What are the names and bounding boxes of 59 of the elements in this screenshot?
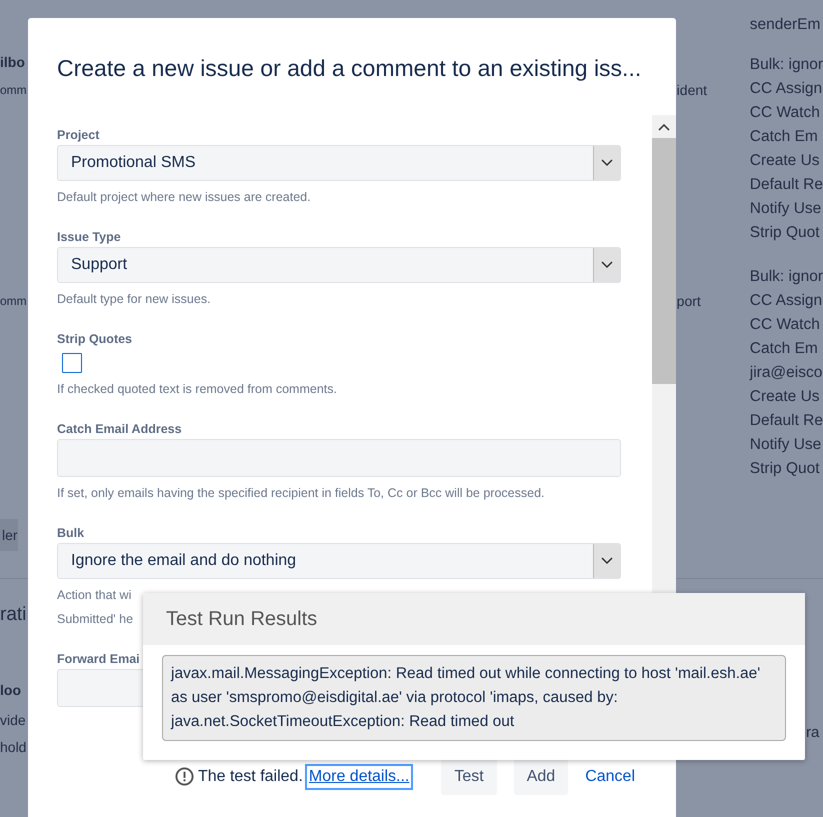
field-label: Strip Quotes	[57, 331, 132, 347]
help-text: If checked quoted text is removed from comments.	[57, 381, 337, 398]
background-text: ident	[676, 81, 708, 100]
add-button[interactable]: Add	[514, 758, 568, 795]
background-text: jira@eisco	[750, 363, 823, 383]
select-field[interactable]: Ignore the email and do nothing	[57, 543, 621, 579]
background-text: Catch Em	[750, 339, 819, 359]
background-text: Strip Quot	[750, 459, 821, 479]
background-text: ra	[806, 723, 820, 743]
help-text: If set, only emails having the specified recipient in fields To, Cc or Bcc will be processed.	[57, 485, 544, 502]
popup-title: Test Run Results	[143, 593, 805, 645]
background-text: Default Re	[750, 175, 823, 195]
background-text: senderEm	[750, 15, 820, 35]
background-text: Create Us	[750, 387, 821, 407]
select-field[interactable]: Promotional SMS	[57, 145, 621, 181]
background-text: CC Assign	[750, 291, 823, 311]
chevron-down-icon	[593, 146, 620, 180]
field-label: Bulk	[57, 525, 84, 541]
background-text: hold	[0, 738, 26, 757]
background-text: Notify Use	[750, 435, 822, 455]
help-text: Default project where new issues are created.	[57, 189, 311, 206]
background-text: Strip Quot	[750, 223, 821, 243]
field-label: Forward Emai	[57, 651, 140, 667]
help-text: Default type for new issues.	[57, 291, 211, 308]
help-text: Submitted' he	[57, 611, 134, 628]
background-text: vide	[0, 711, 26, 730]
background-text: CC Assign	[750, 79, 823, 99]
background-text: omm	[0, 293, 27, 310]
background-text: port	[676, 292, 701, 311]
background-text: ilbo	[0, 53, 25, 72]
background-text: Create Us	[750, 151, 821, 171]
dialog-title: Create a new issue or add a comment to an existing iss...	[57, 54, 642, 83]
input-field[interactable]	[57, 439, 621, 477]
background-text: Bulk: ignor	[750, 267, 823, 287]
background-text: CC Watch	[750, 315, 821, 335]
background-text: Notify Use	[750, 199, 822, 219]
scrollbar-thumb[interactable]	[652, 138, 676, 384]
field-label: Catch Email Address	[57, 421, 182, 437]
error-message: javax.mail.MessagingException: Read timed out while connecting to host 'mail.esh.ae' as user 'smspromo@eisdigital.ae' via protocol 'imaps, caused by: java.net.SocketTimeoutException: Read timed out	[162, 655, 786, 741]
field-label: Issue Type	[57, 229, 121, 245]
status-text: The test failed.	[198, 768, 303, 786]
tab[interactable]: ler	[0, 519, 18, 551]
background-text: Default Re	[750, 411, 823, 431]
field-label: Project	[57, 127, 100, 143]
background-text: omm	[0, 82, 27, 99]
cancel-link[interactable]: Cancel	[585, 768, 635, 786]
background-text: CC Watch	[750, 103, 821, 123]
help-text: Action that wi	[57, 587, 132, 604]
warning-icon	[174, 767, 194, 786]
background-text: loo	[0, 681, 21, 700]
chevron-down-icon	[593, 248, 620, 282]
background-text: Catch Em	[750, 127, 819, 147]
more-details-link[interactable]: More details...	[306, 766, 412, 788]
background-text: Bulk: ignor	[750, 55, 823, 75]
chevron-down-icon	[593, 544, 620, 578]
test-button[interactable]: Test	[441, 758, 497, 795]
checkbox[interactable]	[62, 353, 82, 373]
select-field[interactable]: Support	[57, 247, 621, 283]
section-heading: rati	[0, 603, 26, 627]
